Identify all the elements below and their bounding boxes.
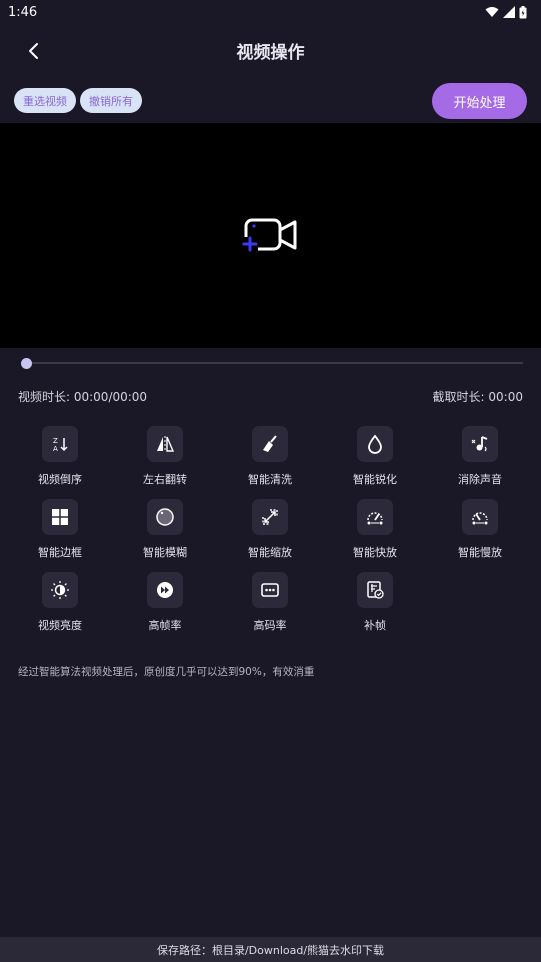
tool-label: 智能清洗 [248, 473, 292, 486]
timeline-track[interactable] [26, 362, 523, 364]
undo-all-button[interactable]: 撤销所有 [80, 88, 142, 113]
tool-label: 智能快放 [353, 546, 397, 559]
tool-label: 视频亮度 [38, 619, 82, 632]
slow-speed-icon [462, 499, 498, 535]
frame-fill-icon [357, 572, 393, 608]
tool-video-brightness[interactable]: 视频亮度 [20, 572, 100, 634]
wifi-icon [485, 7, 499, 17]
tool-smart-border[interactable]: 智能边框 [20, 499, 100, 561]
tool-label: 高码率 [253, 619, 287, 632]
tool-flip-horizontal[interactable]: 左右翻转 [125, 426, 205, 488]
reverse-sort-icon: ZA [42, 426, 78, 462]
brightness-icon [42, 572, 78, 608]
tool-high-framerate[interactable]: 高帧率 [125, 572, 205, 634]
save-path-footer: 保存路径：根目录/Download/熊猫去水印下载 [0, 937, 541, 962]
flip-horizontal-icon [147, 426, 183, 462]
tool-label: 左右翻转 [143, 473, 187, 486]
tool-smart-scale[interactable]: 智能缩放 [230, 499, 310, 561]
page-title: 视频操作 [236, 43, 305, 63]
reselect-video-button[interactable]: 重选视频 [14, 88, 76, 113]
status-bar: 1:46 [0, 0, 541, 24]
tool-label: 智能锐化 [353, 473, 397, 486]
tool-smart-clean[interactable]: 智能清洗 [230, 426, 310, 488]
header: 视频操作 [0, 28, 541, 72]
blur-circle-icon [147, 499, 183, 535]
tool-label: 补帧 [364, 619, 386, 632]
add-video-icon[interactable] [242, 215, 300, 255]
fast-speed-icon [357, 499, 393, 535]
bitrate-icon [252, 572, 288, 608]
clip-duration-text: 截取时长: 00:00 [432, 390, 523, 404]
tool-label: 智能模糊 [143, 546, 187, 559]
status-icons [485, 5, 527, 19]
tool-smart-blur[interactable]: 智能模糊 [125, 499, 205, 561]
video-duration-text: 视频时长: 00:00/00:00 [18, 390, 148, 404]
fast-forward-icon [147, 572, 183, 608]
tool-video-reverse[interactable]: ZA 视频倒序 [20, 426, 100, 488]
grid-frame-icon [42, 499, 78, 535]
signal-icon [503, 6, 515, 18]
svg-text:Z: Z [53, 437, 58, 445]
tool-label: 智能慢放 [458, 546, 502, 559]
tool-frame-fill[interactable]: 补帧 [335, 572, 415, 634]
tool-label: 高帧率 [148, 619, 182, 632]
tool-smart-fast[interactable]: 智能快放 [335, 499, 415, 561]
broom-icon [252, 426, 288, 462]
svg-text:A: A [53, 445, 58, 453]
timeline-thumb[interactable] [20, 358, 32, 369]
tool-label: 智能边框 [38, 546, 82, 559]
tool-remove-sound[interactable]: 消除声音 [440, 426, 520, 488]
mute-music-icon [462, 426, 498, 462]
droplet-icon [357, 426, 393, 462]
processing-note: 经过智能算法视频处理后，原创度几乎可以达到90%，有效消重 [18, 666, 315, 678]
status-time: 1:46 [8, 4, 38, 20]
tool-label: 智能缩放 [248, 546, 292, 559]
scale-arrows-icon [252, 499, 288, 535]
tool-label: 消除声音 [458, 473, 502, 486]
start-processing-button[interactable]: 开始处理 [432, 83, 527, 119]
battery-icon [519, 5, 527, 18]
tool-high-bitrate[interactable]: 高码率 [230, 572, 310, 634]
tool-smart-sharpen[interactable]: 智能锐化 [335, 426, 415, 488]
tool-smart-slow[interactable]: 智能慢放 [440, 499, 520, 561]
tool-label: 视频倒序 [38, 473, 82, 486]
